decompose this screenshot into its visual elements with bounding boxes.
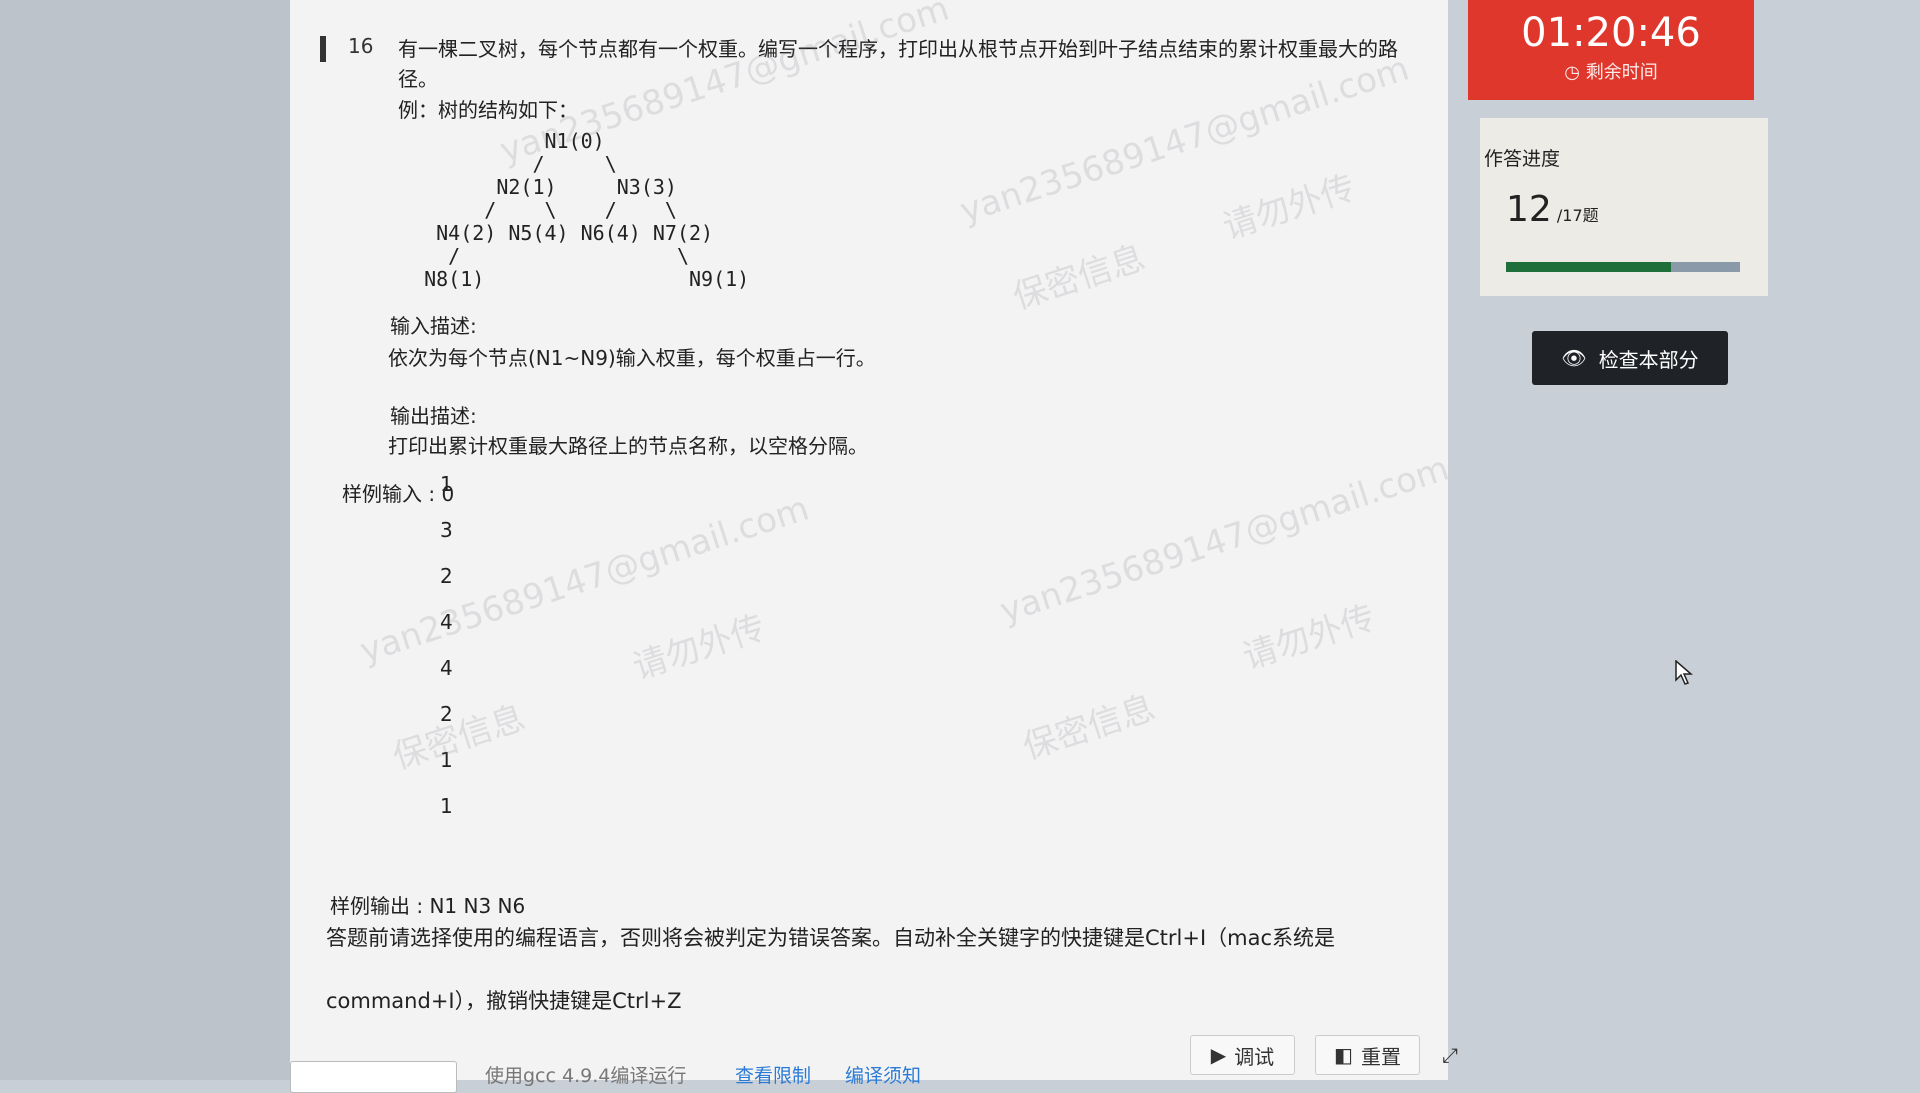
debug-button-label: 调试 (1234, 1044, 1275, 1069)
fullscreen-button[interactable]: ⤢ (1430, 1035, 1470, 1075)
sample-input-value: 3 (440, 518, 453, 542)
example-label: 例：树的结构如下： (398, 98, 578, 122)
progress-total: /17题 (1556, 206, 1599, 225)
window-left-background (0, 0, 290, 1080)
language-select[interactable] (290, 1061, 457, 1093)
timer-label: 剩余时间 (1585, 62, 1658, 83)
progress-title: 作答进度 (1484, 148, 1561, 170)
output-description-body: 打印出累计权重最大路径上的节点名称，以空格分隔。 (388, 434, 868, 458)
sample-input-value: 2 (440, 564, 453, 588)
check-section-label: 检查本部分 (1598, 347, 1699, 372)
note-line-1: 答题前请选择使用的编程语言，否则将会被判定为错误答案。自动补全关键字的快捷键是C… (326, 926, 1336, 950)
sample-input-value: 1 (440, 794, 453, 818)
input-description-body: 依次为每个节点(N1~N9)输入权重，每个权重占一行。 (388, 346, 876, 370)
reset-button[interactable]: ◧ 重置 (1315, 1035, 1420, 1075)
sample-input-label: 样例输入 : 0 (342, 482, 455, 506)
timer-label-row: ◷ 剩余时间 (1468, 58, 1754, 84)
fullscreen-icon: ⤢ (1442, 1043, 1458, 1067)
sample-input-value: 4 (440, 656, 453, 680)
watermark-email-4: yan235689147@gmail.com (995, 448, 1454, 632)
check-section-button[interactable]: 👁 检查本部分 (1532, 331, 1728, 385)
view-limits-link[interactable]: 查看限制 (735, 1061, 811, 1088)
watermark-confidential-3: 保密信息 (1018, 687, 1160, 768)
sample-input-values: 1 3 2 4 4 2 1 1 (440, 472, 453, 840)
watermark-confidential-1: 保密信息 (1008, 237, 1150, 318)
play-icon: ▶ (1210, 1043, 1227, 1067)
sample-input-value: 1 (440, 748, 453, 772)
sample-input-value: 4 (440, 610, 453, 634)
question-text: 有一棵二叉树，每个节点都有一个权重。编写一个程序，打印出从根节点开始到叶子结点结… (398, 37, 1398, 91)
eye-icon: 👁 (1561, 346, 1587, 370)
question-panel: 16 有一棵二叉树，每个节点都有一个权重。编写一个程序，打印出从根节点开始到叶子… (290, 0, 1458, 1093)
question-number: 16 (348, 34, 374, 58)
watermark-noshare-1: 请勿外传 (1218, 167, 1360, 248)
note-line-2: command+I），撤销快捷键是Ctrl+Z (326, 989, 682, 1013)
countdown-timer: 01:20:46 ◷ 剩余时间 (1468, 0, 1754, 100)
watermark-email-3: yan235689147@gmail.com (355, 488, 814, 672)
tree-diagram: N1(0) / \ N2(1) N3(3) / \ / \ N4(2) N5(4… (424, 129, 750, 291)
timer-time: 01:20:46 (1521, 10, 1701, 56)
mouse-cursor-icon (1675, 660, 1693, 685)
sample-input-value: 2 (440, 702, 453, 726)
output-description-title: 输出描述: (390, 404, 477, 428)
reset-icon: ◧ (1334, 1043, 1353, 1067)
watermark-confidential-2: 保密信息 (388, 697, 530, 778)
watermark-noshare-3: 请勿外传 (1238, 597, 1380, 678)
sample-output-label: 样例输出 : N1 N3 N6 (330, 894, 526, 918)
progress-bar (1506, 262, 1740, 272)
compile-notice-link[interactable]: 编译须知 (845, 1061, 921, 1088)
question-header: 16 (320, 34, 396, 62)
progress-card: 作答进度 12 /17题 (1480, 118, 1768, 296)
progress-bar-fill (1506, 262, 1671, 272)
clock-icon: ◷ (1564, 62, 1580, 83)
reset-button-label: 重置 (1360, 1044, 1401, 1069)
watermark-noshare-2: 请勿外传 (628, 607, 770, 688)
progress-count: 12 /17题 (1506, 189, 1768, 230)
sample-input-value: 1 (440, 472, 453, 496)
compile-info: 使用gcc 4.9.4编译运行 (485, 1065, 687, 1087)
progress-current: 12 (1506, 189, 1552, 230)
question-marker-bar (320, 36, 326, 62)
input-description-title: 输入描述: (390, 314, 477, 338)
debug-button[interactable]: ▶ 调试 (1190, 1035, 1295, 1075)
